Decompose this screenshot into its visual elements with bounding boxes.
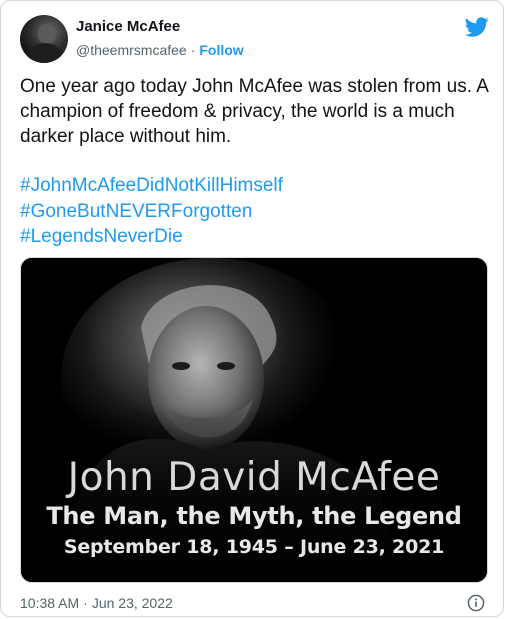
hashtag-link[interactable]: #LegendsNeverDie	[20, 224, 283, 250]
portrait-photo	[21, 258, 487, 582]
avatar[interactable]	[20, 15, 68, 63]
twitter-bird-icon[interactable]	[465, 15, 489, 39]
author-name[interactable]: Janice McAfee	[76, 18, 180, 35]
avatar-shoulders	[28, 43, 62, 63]
hashtag-link[interactable]: #GoneButNEVERForgotten	[20, 199, 283, 225]
tweet-timestamp[interactable]: 10:38 AM · Jun 23, 2022	[20, 595, 173, 611]
tweet-text: One year ago today John McAfee was stole…	[20, 74, 490, 149]
tweet-card: Janice McAfee @theemrsmcafee · Follow One …	[0, 0, 504, 617]
timestamp-separator: ·	[83, 595, 88, 611]
follow-button[interactable]: Follow	[199, 42, 243, 58]
tweet-body: One year ago today John McAfee was stole…	[20, 76, 488, 147]
handle-separator: ·	[190, 42, 196, 58]
tweet-time: 10:38 AM	[20, 595, 80, 611]
author-handle-line: @theemrsmcafee · Follow	[76, 42, 244, 58]
tweet-date: Jun 23, 2022	[91, 595, 173, 611]
hashtag-list: #JohnMcAfeeDidNotKillHimself #GoneButNEV…	[20, 173, 283, 250]
media-dates: September 18, 1945 – June 23, 2021	[63, 536, 445, 558]
avatar-head	[38, 24, 56, 44]
media-title: John David McAfee	[67, 455, 441, 500]
info-icon[interactable]	[467, 594, 485, 612]
hashtag-link[interactable]: #JohnMcAfeeDidNotKillHimself	[20, 173, 283, 199]
author-handle[interactable]: @theemrsmcafee	[76, 42, 187, 58]
media-subtitle: The Man, the Myth, the Legend	[46, 502, 462, 530]
tweet-media-image[interactable]: John David McAfee The Man, the Myth, the…	[20, 257, 488, 583]
